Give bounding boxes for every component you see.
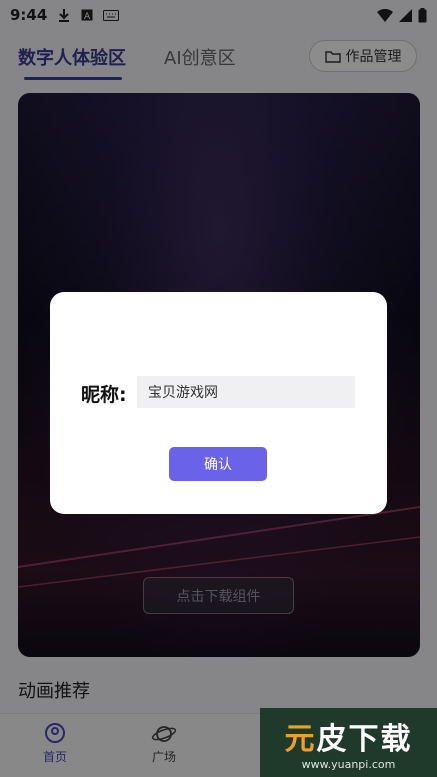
watermark-url: www.yuanpi.com [301, 758, 396, 771]
watermark-logo-main: 元 [284, 722, 317, 757]
nickname-label: 昵称: [81, 384, 127, 406]
watermark-logo-rest: 皮下载 [316, 722, 413, 757]
watermark-logo: 元皮下载 www.yuanpi.com [260, 708, 437, 777]
confirm-button[interactable]: 确认 [169, 447, 267, 481]
watermark-logo-text: 元皮下载 [285, 714, 413, 758]
nickname-dialog: 昵称: 确认 [50, 292, 387, 514]
nickname-input[interactable] [137, 376, 355, 408]
